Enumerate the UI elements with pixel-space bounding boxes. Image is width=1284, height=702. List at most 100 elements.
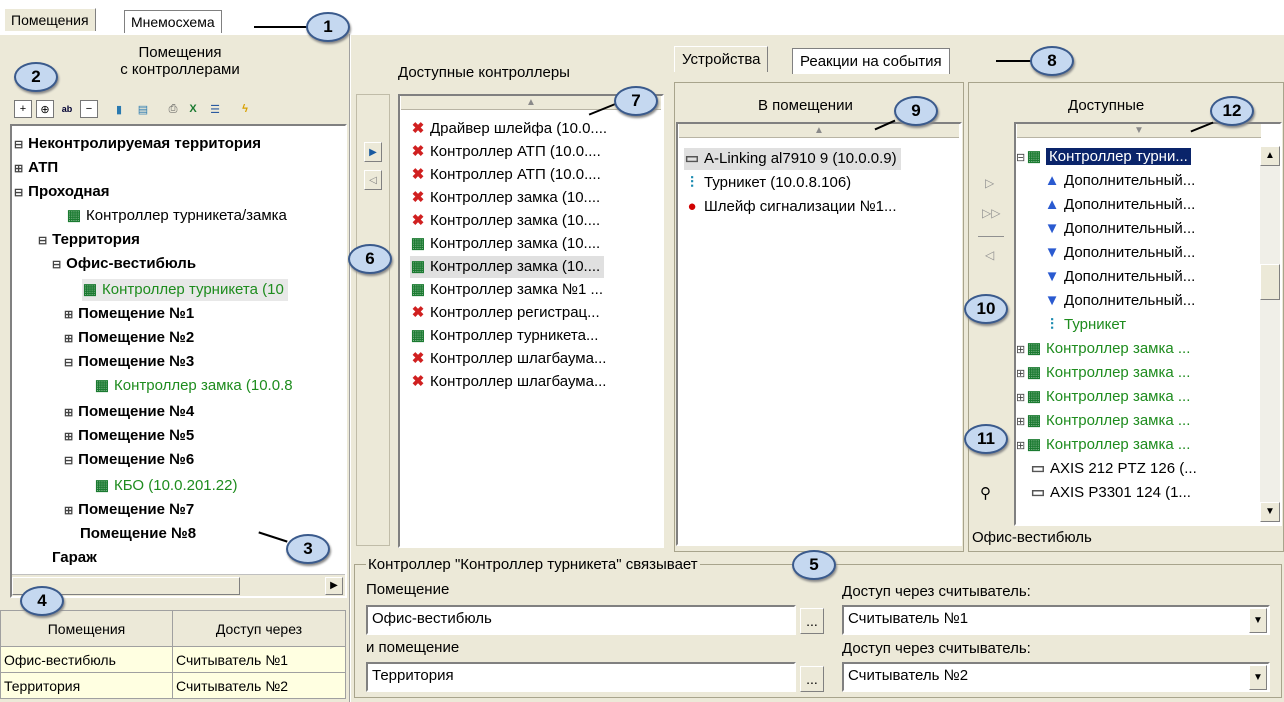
device-item[interactable]: ▼ Дополнительный... [1044,242,1196,264]
grid-cell[interactable]: Считыватель №1 [172,646,346,673]
chevron-down-icon[interactable]: ▼ [1249,608,1267,633]
grid-header[interactable]: Помещения [0,610,173,647]
room1-browse-button[interactable]: ... [800,608,824,634]
tree-node[interactable]: ⊞ Помещение №5 [64,425,194,447]
tree-node[interactable]: ⊟ Территория [38,229,140,251]
tree-node[interactable]: ⊞ АТП [14,157,58,179]
add-subroom-icon[interactable]: ⊕ [36,100,54,118]
device-item[interactable]: ▭ AXIS 212 PTZ 126 (... [1030,458,1197,480]
tree-node[interactable]: ⊟ Проходная [14,181,110,203]
list-item[interactable]: ✖ Драйвер шлейфа (10.0.... [410,118,607,140]
device-item[interactable]: ⊞ ▦ Контроллер замка ... [1016,338,1190,360]
add-room-icon[interactable]: + [14,100,32,118]
tree-node[interactable]: ⊟ Офис-вестибюль [52,253,196,275]
chevron-down-icon[interactable]: ▼ [1249,665,1267,690]
device-item[interactable]: ▲ Дополнительный... [1044,194,1196,216]
list-item[interactable]: ✖ Контроллер замка (10.... [410,187,601,209]
list-item[interactable]: ● Шлейф сигнализации №1... [684,196,896,218]
controllers-items: ✖ Драйвер шлейфа (10.0.... ✖ Контроллер АТП… [410,118,660,418]
list-item[interactable]: ⫶ Турникет (10.0.8.106) [684,172,851,194]
search-binoculars-icon[interactable]: ⚲ [980,484,991,502]
device-item[interactable]: ▲ Дополнительный... [1044,170,1196,192]
tab-rooms[interactable]: Помещения [4,8,96,31]
reader-out-icon: ▼ [1044,220,1060,237]
move-left-icon[interactable]: ◁ [364,170,382,190]
scroll-down-icon[interactable]: ▼ [1260,502,1280,522]
splitter[interactable] [349,34,351,702]
device-item[interactable]: ⊟ ▦ Контроллер турни... [1016,146,1191,168]
device-item[interactable]: ⫶ Турникет [1044,314,1126,336]
scroll-right-icon[interactable]: ▶ [325,577,343,595]
move-right-icon[interactable]: ▶ [364,142,382,162]
tree-controller[interactable]: ▦ Контроллер замка (10.0.8 [94,375,293,397]
expand-icon[interactable]: ⊞ [1016,339,1026,361]
grid-cell[interactable]: Офис-вестибюль [0,646,173,673]
tree-node[interactable]: Гараж [52,547,97,569]
list-item[interactable]: ✖ Контроллер замка (10.... [410,210,601,232]
list-item[interactable]: ▦ Контроллер замка (10.... [410,256,605,278]
add-all-devices-icon[interactable]: ▷▷ [982,206,1000,220]
tree-node[interactable]: ⊟ Помещение №3 [64,351,194,373]
tab-mnemoscheme[interactable]: Мнемосхема [124,10,222,33]
device-item[interactable]: ▼ Дополнительный... [1044,290,1196,312]
device-item[interactable]: ⊞ ▦ Контроллер замка ... [1016,434,1190,456]
delete-room-icon[interactable]: − [80,100,98,118]
rename-icon[interactable]: ab [58,100,76,118]
expand-icon[interactable]: ⊞ [1016,387,1026,409]
tree-controller[interactable]: ▦ Контроллер турникета (10 [82,279,288,301]
sort-header[interactable]: ▼ [1017,124,1261,138]
disconnected-icon: ✖ [411,120,425,137]
room2-browse-button[interactable]: ... [800,666,824,692]
room2-field[interactable]: Территория [366,662,796,692]
expand-icon[interactable]: ⊞ [1016,363,1026,385]
lightning-icon[interactable]: ϟ [236,100,254,118]
tree-node[interactable]: ⊞ Помещение №7 [64,499,194,521]
grid-cell[interactable]: Территория [0,672,173,699]
tab-devices[interactable]: Устройства [674,46,769,72]
devices-vscrollbar[interactable]: ▲ ▼ [1260,146,1280,522]
device-item[interactable]: ▼ Дополнительный... [1044,266,1196,288]
device-item[interactable]: ⊞ ▦ Контроллер замка ... [1016,362,1190,384]
list-item[interactable]: ✖ Контроллер шлагбаума... [410,348,607,370]
print-icon[interactable]: ⎙ [164,100,182,118]
reader2-select[interactable]: Считыватель №2 [842,662,1270,692]
list-item[interactable]: ▦ Контроллер турникета... [410,325,599,347]
add-device-icon[interactable]: ▷ [985,176,994,190]
remove-device-icon[interactable]: ◁ [985,248,994,262]
tree-node[interactable]: ⊞ Помещение №2 [64,327,194,349]
grid-header[interactable]: Доступ через [172,610,346,647]
device-item[interactable]: ⊞ ▦ Контроллер замка ... [1016,386,1190,408]
tab-event-reactions[interactable]: Реакции на события [792,48,950,74]
list-item[interactable]: ▭ A-Linking al7910 9 (10.0.0.9) [684,148,901,170]
tree-node[interactable]: ⊞ Помещение №1 [64,303,194,325]
tree-node[interactable]: ⊞ Помещение №4 [64,401,194,423]
list-item[interactable]: ✖ Контроллер АТП (10.0.... [410,164,601,186]
export-icon[interactable]: ▤ [134,100,152,118]
device-item[interactable]: ▭ AXIS P3301 124 (1... [1030,482,1191,504]
scroll-up-icon[interactable]: ▲ [1260,146,1280,166]
list-item[interactable]: ▦ Контроллер замка №1 ... [410,279,603,301]
collapse-icon[interactable]: ⊟ [1016,147,1026,169]
tree-hscrollbar[interactable]: ▶ [12,574,345,596]
list-item[interactable]: ▦ Контроллер замка (10.... [410,233,600,255]
properties-icon[interactable]: ☰ [206,100,224,118]
device-item[interactable]: ▼ Дополнительный... [1044,218,1196,240]
tree-node[interactable]: ⊟ Неконтролируемая территория [14,133,261,155]
scroll-thumb[interactable] [1260,264,1280,300]
expand-icon[interactable]: ⊞ [1016,435,1026,457]
list-item[interactable]: ✖ Контроллер регистрац... [410,302,600,324]
device-item[interactable]: ⊞ ▦ Контроллер замка ... [1016,410,1190,432]
tree-node[interactable]: ⊟ Помещение №6 [64,449,194,471]
excel-icon[interactable]: X [184,100,202,118]
tree-controller[interactable]: ▦ Контроллер турникета/замка [66,205,287,227]
controller-icon[interactable]: ▮ [110,100,128,118]
room1-field[interactable]: Офис-вестибюль [366,605,796,635]
list-item[interactable]: ✖ Контроллер АТП (10.0.... [410,141,601,163]
reader1-select[interactable]: Считыватель №1 [842,605,1270,635]
expand-icon[interactable]: ⊞ [1016,411,1026,433]
tree-controller[interactable]: ▦ КБО (10.0.201.22) [94,475,238,497]
grid-cell[interactable]: Считыватель №2 [172,672,346,699]
sort-header[interactable]: ▲ [679,124,959,138]
tree-node[interactable]: Помещение №8 [80,523,196,545]
list-item[interactable]: ✖ Контроллер шлагбаума... [410,371,607,393]
